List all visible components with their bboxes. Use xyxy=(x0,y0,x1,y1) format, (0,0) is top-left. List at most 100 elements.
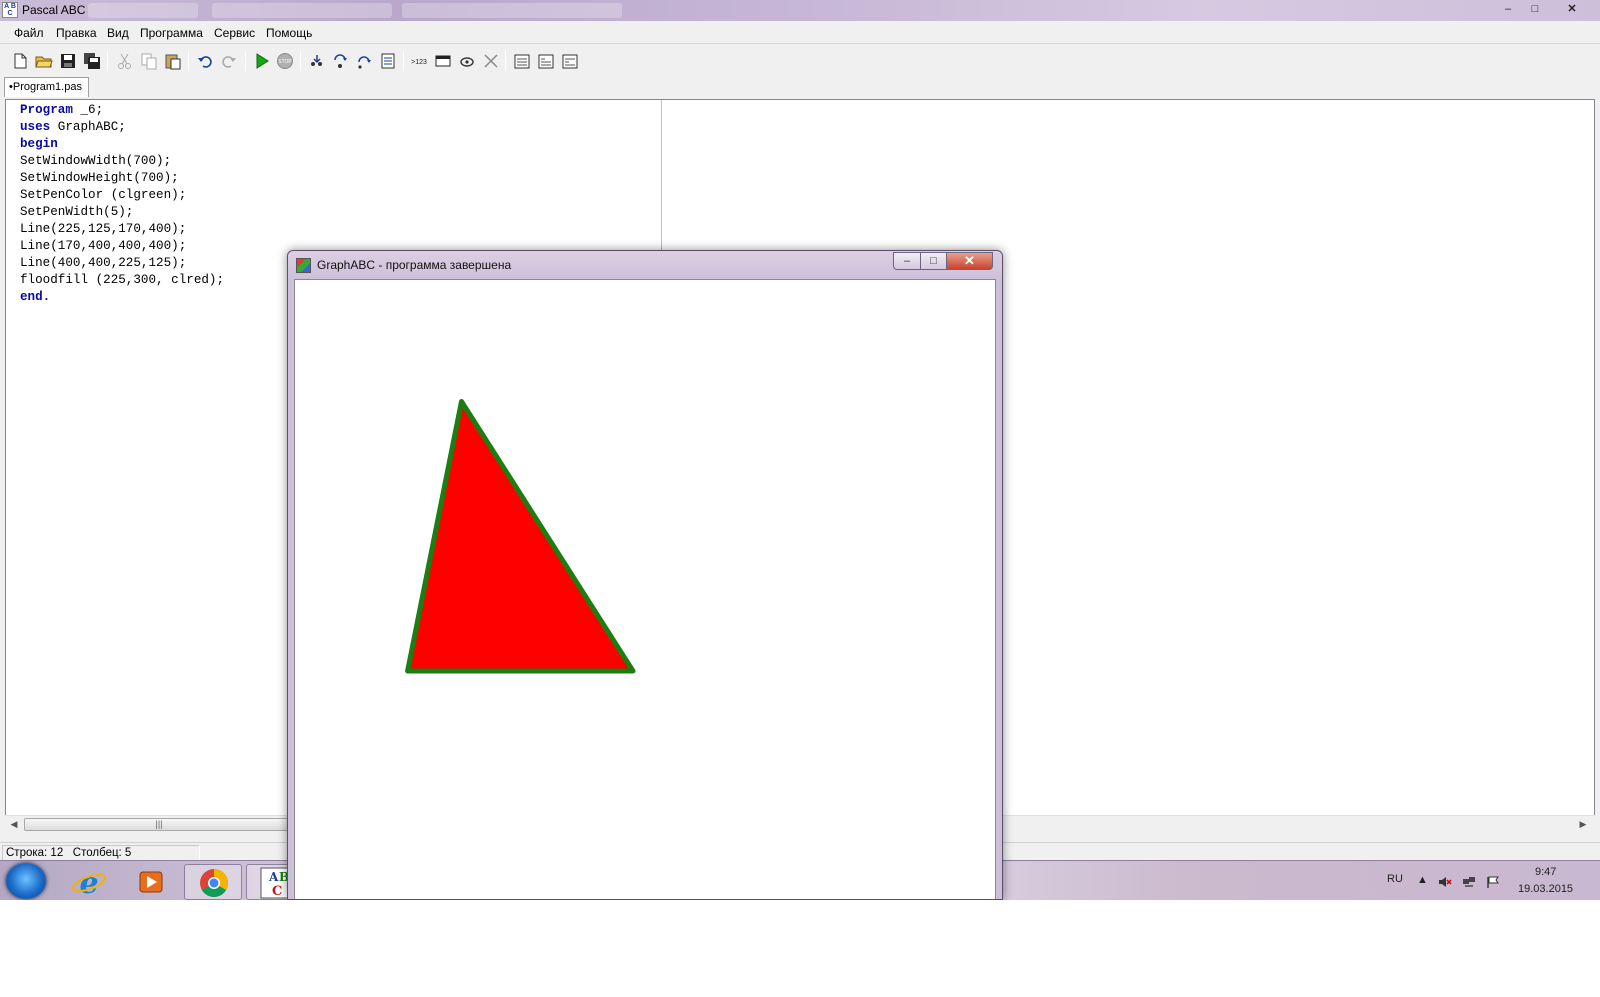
clock-date[interactable]: 19.03.2015 xyxy=(1518,883,1573,895)
save-all-icon[interactable] xyxy=(83,52,101,70)
toolbar-separator xyxy=(505,51,506,71)
internet-explorer-icon: e xyxy=(71,866,107,900)
open-folder-icon[interactable] xyxy=(35,52,53,70)
network-icon[interactable] xyxy=(1462,876,1476,888)
layout-3-icon[interactable] xyxy=(561,52,579,70)
svg-text:e: e xyxy=(79,866,98,900)
tab-strip: •Program1.pas xyxy=(0,77,1600,97)
graphabc-window[interactable]: GraphABC - программа завершена – □ ✕ xyxy=(287,250,1003,900)
red-triangle xyxy=(405,399,636,674)
code-line[interactable]: SetWindowHeight(700); xyxy=(20,170,224,187)
toolbar-separator xyxy=(107,51,108,71)
menu-view[interactable]: Вид xyxy=(107,26,129,40)
graphabc-maximize-button[interactable]: □ xyxy=(920,252,946,270)
graphabc-icon xyxy=(296,258,311,273)
close-button[interactable]: ✕ xyxy=(1560,1,1584,17)
scroll-right-icon[interactable]: ▶ xyxy=(1576,817,1590,831)
step-over-icon[interactable] xyxy=(331,52,349,70)
paste-icon[interactable] xyxy=(164,52,182,70)
background-window-tab xyxy=(88,3,198,18)
scrollbar-thumb[interactable]: ||| xyxy=(24,818,294,831)
minimize-button[interactable]: – xyxy=(1496,1,1520,17)
layout-2-icon[interactable] xyxy=(537,52,555,70)
code-line[interactable]: Line(225,125,170,400); xyxy=(20,221,224,238)
show-hidden-icons-icon[interactable]: ▲ xyxy=(1417,874,1428,886)
code-line[interactable]: Line(170,400,400,400); xyxy=(20,238,224,255)
code-keyword: begin xyxy=(20,137,58,151)
code-token: SetWindowHeight(700); xyxy=(20,171,179,185)
step-into-icon[interactable] xyxy=(308,52,326,70)
menu-file[interactable]: Файл xyxy=(14,26,44,40)
code-line[interactable]: uses GraphABC; xyxy=(20,119,224,136)
toolbar-separator xyxy=(188,51,189,71)
menu-bar: Файл Правка Вид Программа Сервис Помощь xyxy=(0,22,1600,44)
debug-icon[interactable] xyxy=(458,52,476,70)
code-line[interactable]: SetPenColor (clgreen); xyxy=(20,187,224,204)
toolbar-separator xyxy=(245,51,246,71)
toolbar: STOP >123 xyxy=(0,46,1600,76)
pascal-abc-icon: A BC xyxy=(2,2,18,18)
volume-muted-icon[interactable] xyxy=(1438,876,1452,888)
cut-icon[interactable] xyxy=(116,52,134,70)
taskbar-internet-explorer[interactable]: e xyxy=(60,864,118,900)
stop-icon[interactable]: STOP xyxy=(276,52,294,70)
code-token: Line(400,400,225,125); xyxy=(20,256,187,270)
svg-text:C: C xyxy=(272,884,282,899)
run-icon[interactable] xyxy=(253,52,271,70)
desktop-screen: A BC Pascal ABC – □ ✕ Файл Правка Вид Пр… xyxy=(0,0,1600,900)
title-bar[interactable]: A BC Pascal ABC – □ ✕ xyxy=(0,0,1600,21)
taskbar-chrome[interactable] xyxy=(184,864,242,900)
copy-icon[interactable] xyxy=(140,52,158,70)
goto-cursor-icon[interactable] xyxy=(379,52,397,70)
tab-program1[interactable]: •Program1.pas xyxy=(4,77,89,97)
step-out-icon[interactable] xyxy=(355,52,373,70)
background-window-tab xyxy=(402,3,622,18)
code-line[interactable]: SetWindowWidth(700); xyxy=(20,153,224,170)
chrome-icon xyxy=(200,869,228,897)
toolbar-separator xyxy=(403,51,404,71)
window-icon[interactable] xyxy=(434,52,452,70)
menu-program[interactable]: Программа xyxy=(140,26,203,40)
svg-text:A: A xyxy=(268,870,279,884)
menu-edit[interactable]: Правка xyxy=(56,26,97,40)
menu-service[interactable]: Сервис xyxy=(214,26,255,40)
code-token: SetWindowWidth(700); xyxy=(20,154,172,168)
code-line[interactable]: SetPenWidth(5); xyxy=(20,204,224,221)
watch-icon[interactable]: >123 xyxy=(410,52,428,70)
code-token: _6; xyxy=(72,103,104,117)
clock-time[interactable]: 9:47 xyxy=(1535,866,1556,878)
language-indicator[interactable]: RU xyxy=(1387,873,1403,885)
window-title: Pascal ABC xyxy=(22,3,86,17)
new-file-icon[interactable] xyxy=(11,52,29,70)
redo-icon[interactable] xyxy=(220,52,238,70)
editor-gutter xyxy=(6,100,17,818)
code-keyword: Program xyxy=(20,103,73,117)
save-icon[interactable] xyxy=(59,52,77,70)
undo-icon[interactable] xyxy=(196,52,214,70)
empty-area xyxy=(0,900,1600,997)
code-token: Line(170,400,400,400); xyxy=(20,239,187,253)
code-line[interactable]: begin xyxy=(20,136,224,153)
code-line[interactable]: floodfill (225,300, clred); xyxy=(20,272,224,289)
svg-text:>123: >123 xyxy=(411,59,427,66)
graphabc-close-button[interactable]: ✕ xyxy=(946,252,993,270)
close-debug-icon[interactable] xyxy=(482,52,500,70)
code-line[interactable]: end. xyxy=(20,289,224,306)
code-line[interactable]: Line(400,400,225,125); xyxy=(20,255,224,272)
layout-1-icon[interactable] xyxy=(513,52,531,70)
code-token: GraphABC; xyxy=(50,120,126,134)
code-text[interactable]: Program _6; uses GraphABC; begin SetWindowW… xyxy=(20,102,224,306)
svg-text:STOP: STOP xyxy=(278,59,292,65)
start-button[interactable] xyxy=(6,863,46,899)
maximize-button[interactable]: □ xyxy=(1523,1,1547,17)
code-line[interactable]: Program _6; xyxy=(20,102,224,119)
media-player-icon xyxy=(139,871,163,893)
action-center-flag-icon[interactable] xyxy=(1486,876,1500,888)
menu-help[interactable]: Помощь xyxy=(266,26,312,40)
background-window-tab xyxy=(212,3,392,18)
scroll-left-icon[interactable]: ◀ xyxy=(7,817,21,831)
taskbar-media-player[interactable] xyxy=(122,864,180,900)
code-token: SetPenWidth(5); xyxy=(20,205,134,219)
graphabc-minimize-button[interactable]: – xyxy=(893,252,920,270)
code-token: floodfill (225,300, clred); xyxy=(20,273,225,287)
